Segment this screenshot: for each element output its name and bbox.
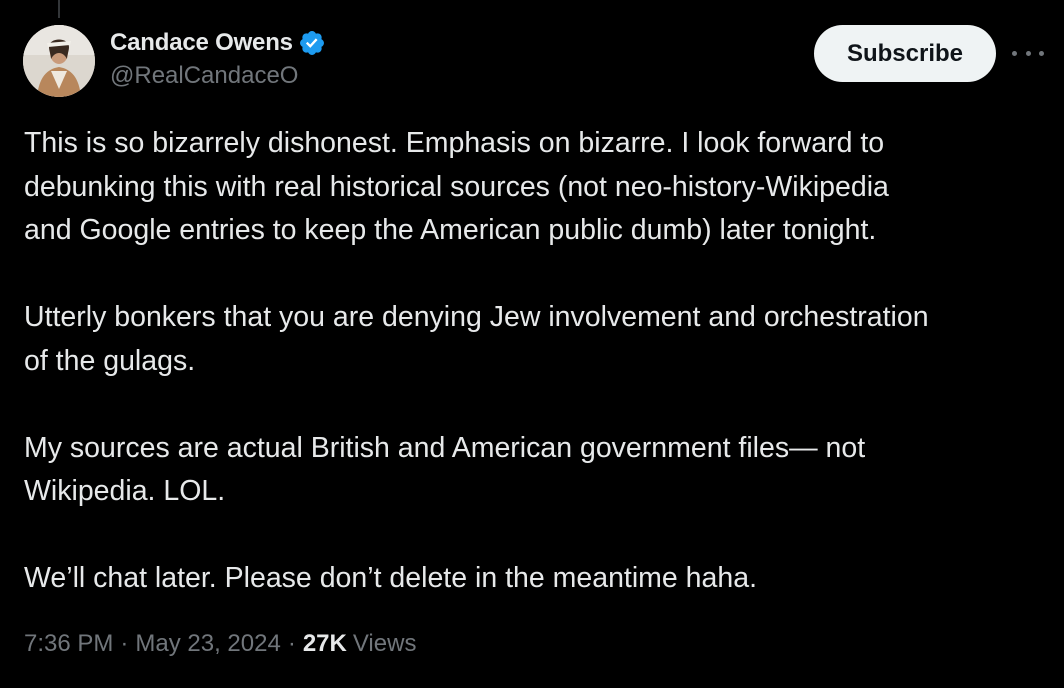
subscribe-button[interactable]: Subscribe	[814, 25, 996, 82]
verified-badge-icon[interactable]	[298, 29, 326, 57]
tweet-line: of the gulags.	[24, 344, 196, 377]
tweet-line: debunking this with real historical sour…	[24, 170, 889, 203]
name-row: Candace Owens	[110, 28, 326, 58]
tweet-paragraph: We’ll chat later. Please don’t delete in…	[24, 557, 1044, 601]
avatar[interactable]	[23, 25, 95, 97]
more-horizontal-icon[interactable]	[1012, 40, 1044, 66]
meta-separator: ·	[287, 630, 296, 657]
tweet-line: My sources are actual British and Americ…	[24, 431, 866, 464]
tweet-paragraph: This is so bizarrely dishonest. Emphasis…	[24, 122, 1044, 253]
more-dot	[1012, 50, 1017, 56]
views-count[interactable]: 27K	[303, 630, 347, 658]
author-info: Candace Owens @RealCandaceO	[110, 28, 326, 90]
views-label[interactable]: Views	[353, 630, 417, 658]
tweet-paragraph: Utterly bonkers that you are denying Jew…	[24, 296, 1044, 383]
tweet-line: We’ll chat later. Please don’t delete in…	[24, 562, 757, 594]
author-handle[interactable]: @RealCandaceO	[110, 62, 326, 90]
avatar-image	[23, 25, 95, 97]
more-dot	[1025, 50, 1031, 56]
tweet-meta: 7:36 PM · May 23, 2024 · 27K Views	[24, 626, 416, 662]
tweet-line: Wikipedia. LOL.	[24, 475, 226, 507]
tweet-detail: Candace Owens @RealCandaceO Subscribe Th…	[0, 0, 1064, 688]
thread-connector-line	[58, 0, 60, 18]
more-dot	[1039, 50, 1044, 56]
tweet-paragraph: My sources are actual British and Americ…	[24, 427, 1044, 514]
tweet-date[interactable]: May 23, 2024	[135, 630, 280, 658]
tweet-text: This is so bizarrely dishonest. Emphasis…	[24, 122, 1044, 601]
author-display-name[interactable]: Candace Owens	[110, 29, 293, 57]
tweet-time[interactable]: 7:36 PM	[24, 630, 113, 658]
tweet-line: and Google entries to keep the American …	[24, 214, 877, 246]
tweet-line: Utterly bonkers that you are denying Jew…	[24, 301, 929, 333]
tweet-line: This is so bizarrely dishonest. Emphasis…	[24, 127, 885, 159]
meta-separator: ·	[120, 630, 129, 657]
